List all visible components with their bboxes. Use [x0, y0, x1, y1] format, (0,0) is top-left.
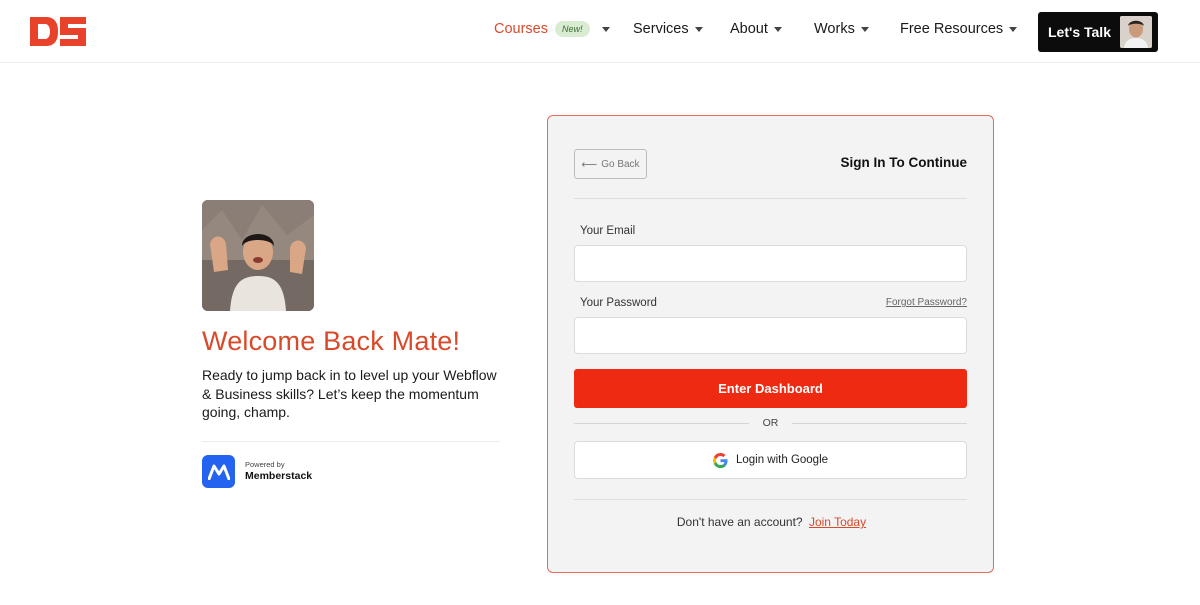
forgot-password-link[interactable]: Forgot Password? — [886, 297, 967, 308]
nav-courses-label: Courses — [494, 21, 548, 37]
nav-free-resources-label: Free Resources — [900, 21, 1004, 37]
lets-talk-button[interactable]: Let's Talk — [1038, 12, 1158, 52]
chevron-down-icon — [1009, 26, 1018, 32]
ds-logo[interactable] — [30, 17, 88, 46]
divider — [574, 499, 967, 500]
nav-works[interactable]: Works — [814, 21, 869, 37]
go-back-button[interactable]: ⟵ Go Back — [574, 149, 647, 179]
chevron-down-icon — [860, 26, 869, 32]
memberstack-label: Memberstack — [245, 470, 313, 482]
password-label: Your Password — [580, 297, 657, 309]
arrow-left-icon: ⟵ — [581, 158, 598, 171]
divider-line — [792, 422, 967, 424]
welcome-title: Welcome Back Mate! — [202, 326, 461, 356]
powered-by-memberstack[interactable]: Powered by Memberstack — [245, 460, 312, 482]
enter-dashboard-button[interactable]: Enter Dashboard — [574, 369, 967, 408]
signup-prompt: Don't have an account? Join Today — [548, 515, 995, 529]
nav-works-label: Works — [814, 21, 855, 37]
divider — [574, 198, 967, 199]
signin-card: ⟵ Go Back Sign In To Continue Your Email… — [547, 115, 994, 573]
google-login-button[interactable]: Login with Google — [574, 441, 967, 479]
divider — [202, 441, 500, 442]
avatar — [1120, 16, 1152, 48]
chevron-down-icon — [694, 26, 703, 32]
nav-free-resources[interactable]: Free Resources — [900, 21, 1018, 37]
signin-title: Sign In To Continue — [840, 155, 967, 170]
divider-line — [574, 422, 749, 424]
site-header: Courses New! Services About Works Free R… — [0, 0, 1200, 63]
nav-services-label: Services — [633, 21, 689, 37]
welcome-text: Ready to jump back in to level up your W… — [202, 367, 497, 420]
email-label: Your Email — [580, 225, 636, 237]
chevron-down-icon — [773, 26, 782, 32]
password-field[interactable] — [574, 317, 967, 354]
google-icon — [712, 452, 728, 468]
google-login-label: Login with Google — [735, 454, 829, 466]
nav-about-label: About — [730, 21, 768, 37]
welcome-photo — [202, 200, 314, 311]
no-account-text: Don't have an account? — [676, 515, 803, 529]
nav-services[interactable]: Services — [633, 21, 703, 37]
lets-talk-label: Let's Talk — [1048, 24, 1111, 40]
or-divider: OR — [574, 416, 967, 430]
go-back-label: Go Back — [601, 158, 640, 170]
join-today-link[interactable]: Join Today — [809, 515, 866, 529]
chevron-down-icon — [601, 26, 610, 32]
nav-courses[interactable]: Courses New! — [494, 21, 610, 37]
email-field[interactable] — [574, 245, 967, 282]
memberstack-logo[interactable] — [202, 455, 235, 488]
nav-about[interactable]: About — [730, 21, 782, 37]
powered-by-label: Powered by — [245, 460, 285, 469]
new-badge: New! — [555, 21, 590, 37]
or-label: OR — [762, 417, 779, 429]
